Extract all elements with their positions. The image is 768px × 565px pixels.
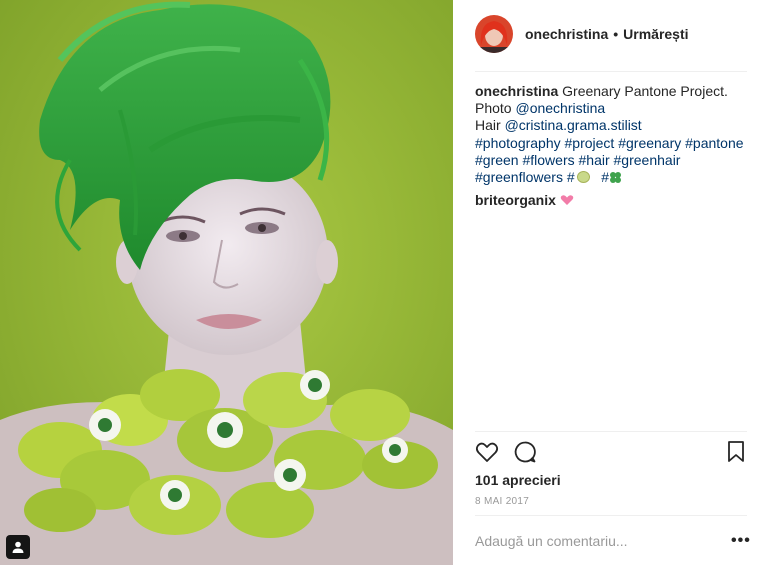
divider bbox=[475, 431, 747, 432]
avatar[interactable] bbox=[475, 15, 513, 53]
instagram-post: onechristina • Urmărești onechristina Gr… bbox=[0, 0, 768, 565]
post-header: onechristina • Urmărești bbox=[475, 14, 745, 54]
lime-emoji-icon bbox=[576, 171, 590, 184]
add-comment-input[interactable] bbox=[475, 533, 695, 549]
post-author-username[interactable]: onechristina bbox=[525, 26, 608, 42]
comment-icon[interactable] bbox=[513, 440, 537, 469]
mention-link[interactable]: @cristina.grama.stilist bbox=[505, 117, 642, 133]
hashtag-links[interactable]: #photography #project #greenary #pantone bbox=[475, 135, 744, 151]
divider bbox=[475, 515, 747, 516]
heart-emoji-icon bbox=[560, 192, 574, 208]
more-options-icon[interactable]: ••• bbox=[731, 532, 751, 550]
post-sidebar: onechristina • Urmărești onechristina Gr… bbox=[453, 0, 768, 565]
separator-dot: • bbox=[613, 26, 619, 42]
heart-icon[interactable] bbox=[475, 440, 499, 469]
post-photo[interactable] bbox=[0, 0, 453, 565]
caption-photo-prefix: Photo bbox=[475, 100, 516, 117]
following-button[interactable]: Urmărești bbox=[623, 26, 688, 42]
clover-emoji-icon bbox=[609, 171, 622, 188]
likes-count[interactable]: 101 aprecieri bbox=[475, 472, 561, 488]
comment-username[interactable]: briteorganix bbox=[475, 192, 556, 208]
hashtag-links[interactable]: #green #flowers #hair #greenhair bbox=[475, 152, 680, 168]
hashtag-link[interactable]: # bbox=[601, 169, 609, 185]
photo-illustration bbox=[0, 0, 453, 565]
caption-hair-prefix: Hair bbox=[475, 117, 505, 134]
post-actions bbox=[475, 440, 747, 466]
caption-username[interactable]: onechristina bbox=[475, 83, 558, 99]
divider bbox=[475, 71, 747, 72]
user-tag-icon[interactable] bbox=[6, 535, 30, 559]
post-date: 8 MAI 2017 bbox=[475, 496, 530, 507]
post-caption: onechristina Greenary Pantone Project. P… bbox=[475, 83, 760, 188]
hashtag-links[interactable]: #greenflowers # bbox=[475, 169, 575, 185]
bookmark-icon[interactable] bbox=[725, 440, 747, 469]
comment-item: briteorganix bbox=[475, 192, 574, 208]
mention-link[interactable]: @onechristina bbox=[515, 100, 605, 116]
caption-text: Greenary Pantone Project. bbox=[558, 83, 728, 99]
